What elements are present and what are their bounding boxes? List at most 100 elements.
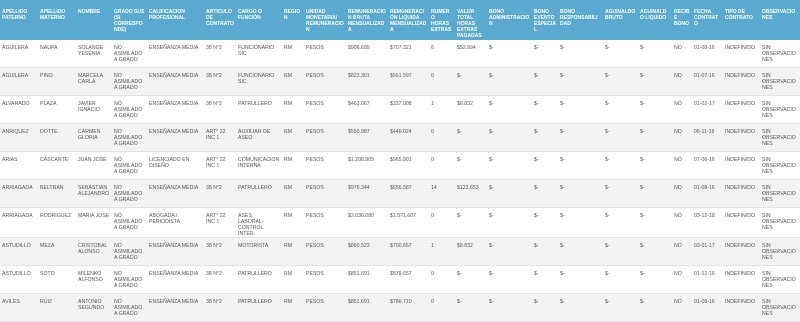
cell-fecha-contrato: 06-11-18 [692,123,723,152]
cell-grado-sus: NO ASIMILADO A GRADO [112,95,147,124]
cell-numero-horas-extras: 0 [429,67,455,96]
cell-recibe-bono: NO [672,67,692,96]
cell-remuneracion-liquida: $656.587 [388,179,429,208]
cell-aguinaldo-liquido: $- [638,237,672,266]
cell-bono-responsabilidad: $- [558,151,603,180]
column-header-valor-horas-extras: Valor Total Horas Extras Pagadas [455,0,487,40]
column-header-cargo-funcion: Cargo o Función [236,0,282,40]
cell-nombre: JAVIER IGNACIO [76,95,112,124]
column-header-apellido-materno: Apellido Materno [38,0,76,40]
cell-region: RM [282,40,304,68]
cell-aguinaldo-liquido: $- [638,151,672,180]
cell-remuneracion-liquida: $579.657 [388,265,429,294]
cell-apellido-paterno: ARIAS [0,151,38,180]
column-header-numero-horas-extras: Numero Horas Extras [429,0,455,40]
cell-bono-administracion: $- [487,40,532,68]
table-row: ARRIAGADA BELTRAN SEBASTIAN ALEJANDRO NO AS… [0,179,800,208]
cell-valor-horas-extras: $- [455,293,487,322]
cell-aguinaldo-bruto: $- [603,123,638,152]
cell-numero-horas-extras: 0 [429,207,455,238]
cell-remuneracion-liquida: $561.597 [388,67,429,96]
cell-nombre: SEBASTIAN ALEJANDRO [76,179,112,208]
cell-observaciones: SIN OBSERVACIONES [760,123,800,152]
cell-valor-horas-extras: $8.832 [455,95,487,124]
cell-recibe-bono: NO [672,293,692,322]
cell-bono-responsabilidad: $- [558,40,603,68]
cell-aguinaldo-bruto: $- [603,67,638,96]
cell-nombre: MILENKO ALFONSO [76,265,112,294]
cell-nombre: MARCELA CARLA [76,67,112,96]
column-header-remuneracion-liquida: Remuneración Liquida Mensualizada [388,0,429,40]
cell-aguinaldo-liquido: $- [638,95,672,124]
column-header-tipo-contrato: Tipo de Contrato [723,0,760,40]
cell-numero-horas-extras: 1 [429,237,455,266]
cell-bono-administracion: $- [487,123,532,152]
cell-aguinaldo-liquido: $- [638,40,672,68]
cell-nombre: ANTONIO SEGUNDO [76,293,112,322]
cell-cargo-funcion: FUNCIONARIO SIC [236,67,282,96]
cell-numero-horas-extras: 6 [429,40,455,68]
cell-aguinaldo-bruto: $- [603,151,638,180]
table-row: ANRIQUEZ DOTTE CARMEN GLORIA NO ASIMILADO A… [0,123,800,152]
cell-recibe-bono: NO [672,123,692,152]
cell-cargo-funcion: FUNCIONARIO SIC [236,40,282,68]
cell-apellido-materno: RUIZ [38,293,76,322]
cell-numero-horas-extras: 0 [429,265,455,294]
cell-remuneracion-bruta: $2.036.080 [346,207,388,238]
cell-bono-administracion: $- [487,237,532,266]
table-row: AGUILERA NAUPA SOLANGE YESENIA NO ASIMILADO… [0,40,800,68]
cell-calificacion-profesional: ENSEÑANZA MEDIA [147,265,204,294]
cell-aguinaldo-bruto: $- [603,40,638,68]
column-header-grado-sus: Grado Sus (si corresponde) [112,0,147,40]
cell-fecha-contrato: 01-12-16 [692,265,723,294]
header-row: Apellido Paterno Apellido Materno Nombre Gr… [0,0,800,40]
table-header: Apellido Paterno Apellido Materno Nombre Gr… [0,0,800,40]
cell-unidad-monetaria: PESOS [304,67,346,96]
cell-tipo-contrato: INDEFINIDO [723,179,760,208]
cell-apellido-paterno: ARRIAGADA [0,179,38,208]
cell-apellido-paterno: ARRIAGADA [0,207,38,238]
cell-numero-horas-extras: 1 [429,95,455,124]
cell-bono-responsabilidad: $- [558,237,603,266]
cell-grado-sus: NO ASIMILADO A GRADO [112,265,147,294]
cell-cargo-funcion: PATRULLERO [236,265,282,294]
cell-articulo-contrato: art° 22 inc 1 [204,207,236,238]
cell-apellido-materno: PINO [38,67,76,96]
cell-numero-horas-extras: 14 [429,179,455,208]
cell-observaciones: SIN OBSERVACIONES [760,207,800,238]
cell-remuneracion-bruta: $906.695 [346,40,388,68]
cell-bono-administracion: $- [487,265,532,294]
cell-remuneracion-bruta: $975.344 [346,179,388,208]
cell-bono-responsabilidad: $- [558,207,603,238]
cell-bono-evento-especial: $- [532,207,558,238]
cell-recibe-bono: NO [672,237,692,266]
column-header-bono-responsabilidad: Bono Responsabilidad [558,0,603,40]
cell-apellido-materno: PLAZA [38,95,76,124]
cell-aguinaldo-bruto: $- [603,293,638,322]
cell-cargo-funcion: PATRULLERO [236,293,282,322]
cell-remuneracion-bruta: $463.067 [346,95,388,124]
cell-nombre: SOLANGE YESENIA [76,40,112,68]
cell-cargo-funcion: COMUNICACION INTERNA [236,151,282,180]
cell-apellido-materno: CASCANTE [38,151,76,180]
column-header-region: Region [282,0,304,40]
cell-fecha-contrato: 01-08-16 [692,179,723,208]
table-row: ARRIAGADA RODRIGUEZ MARIA JOSE NO ASIMILADO… [0,207,800,238]
cell-valor-horas-extras: $- [455,207,487,238]
table-row: ARIAS CASCANTE JUAN JOSE NO ASIMILADO A GRA… [0,151,800,180]
cell-calificacion-profesional: ABOGADA / PERIODISTA [147,207,204,238]
cell-aguinaldo-liquido: $- [638,179,672,208]
cell-nombre: JUAN JOSE [76,151,112,180]
cell-remuneracion-liquida: $707.321 [388,40,429,68]
cell-tipo-contrato: INDEFINIDO [723,67,760,96]
cell-unidad-monetaria: PESOS [304,151,346,180]
cell-grado-sus: NO ASIMILADO A GRADO [112,237,147,266]
column-header-calificacion-profesional: Calificacion Profesional [147,0,204,40]
cell-aguinaldo-bruto: $- [603,237,638,266]
cell-articulo-contrato: art° 22 inc 1 [204,123,236,152]
cell-nombre: CARMEN GLORIA [76,123,112,152]
column-header-aguinaldo-liquido: Aguinaldo Liquido [638,0,672,40]
cell-articulo-contrato: 38 N°2 [204,237,236,266]
cell-observaciones: SIN OBSERVACIONES [760,265,800,294]
cell-bono-responsabilidad: $- [558,95,603,124]
